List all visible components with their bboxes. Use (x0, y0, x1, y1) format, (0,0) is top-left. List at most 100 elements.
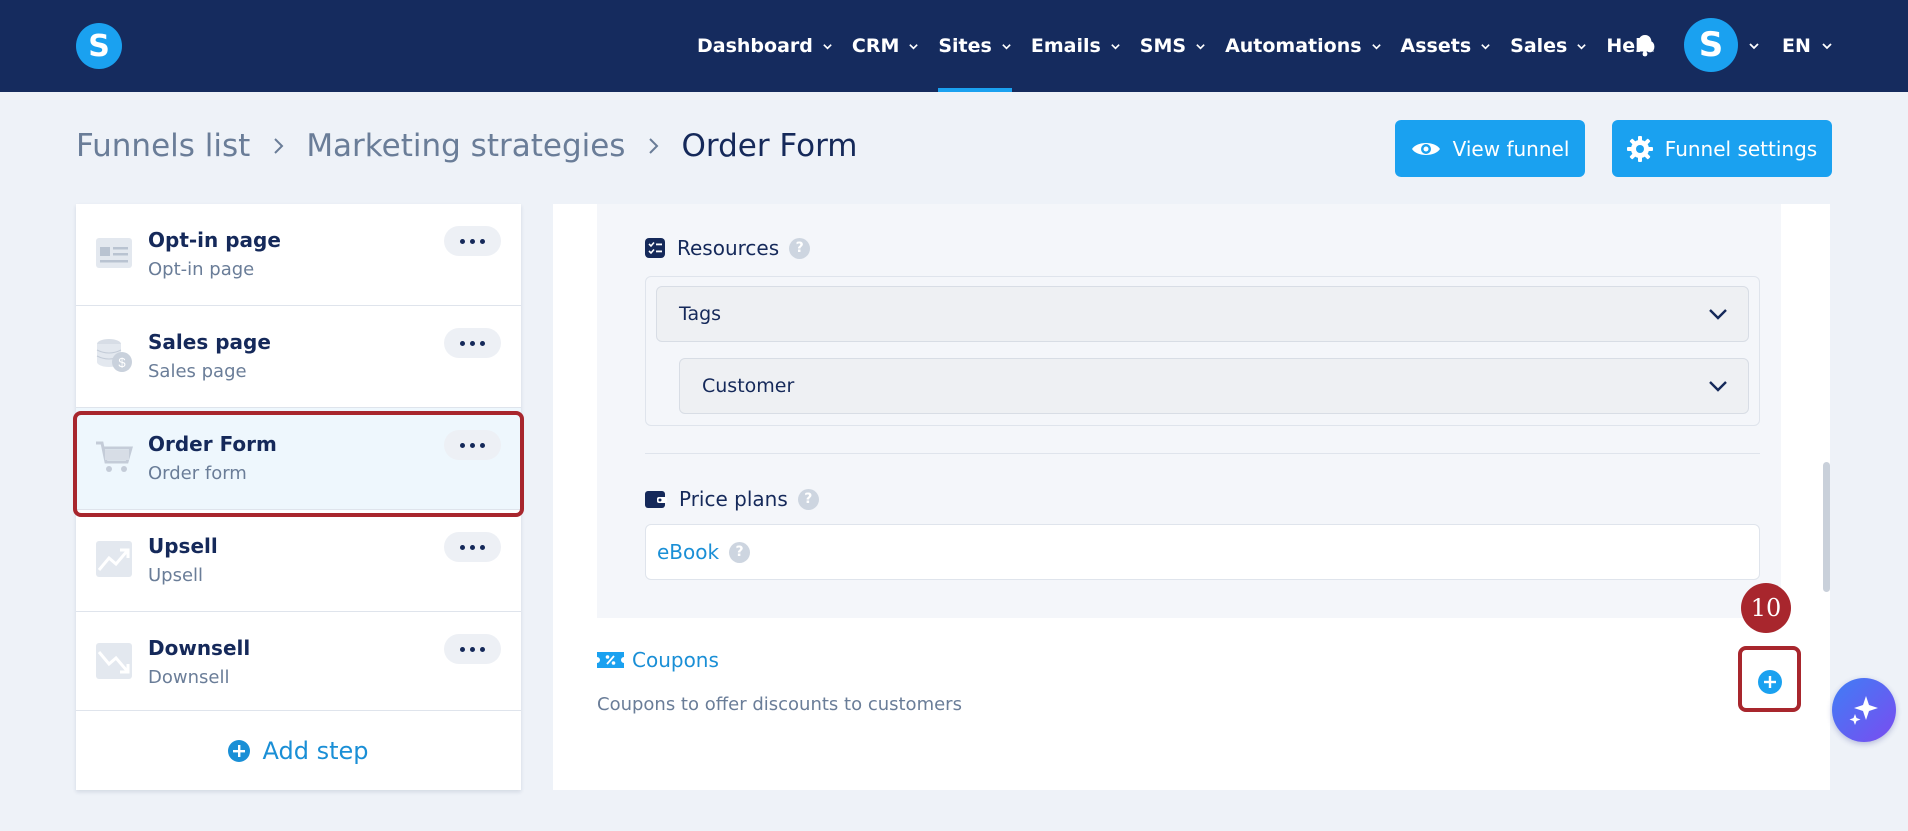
breadcrumb-funnels-list[interactable]: Funnels list (76, 128, 250, 164)
nav-item-crm[interactable]: CRM (852, 0, 919, 92)
nav-item-label: Sales (1510, 35, 1568, 57)
nav-item-label: Automations (1225, 35, 1362, 57)
step-subtitle: Order form (148, 463, 247, 484)
help-icon[interactable]: ? (797, 488, 819, 510)
step-subtitle: Upsell (148, 565, 204, 586)
nav-item-label: Sites (938, 35, 992, 57)
funnel-settings-label: Funnel settings (1664, 136, 1818, 161)
bell-icon[interactable] (1634, 33, 1656, 57)
nav-item-sales[interactable]: Sales (1510, 0, 1587, 92)
more-dot (460, 442, 465, 448)
price-plan-link[interactable]: eBook (657, 540, 719, 564)
add-step-button[interactable]: Add step (76, 710, 521, 790)
breadcrumb: Funnels list Marketing strategies Order … (76, 128, 858, 164)
nav-item-label: Assets (1400, 35, 1472, 57)
chevron-down-icon (1822, 43, 1832, 50)
step-upsell[interactable]: Upsell Upsell (76, 510, 521, 612)
chevron-down-icon (1709, 381, 1727, 392)
more-dot (470, 544, 475, 550)
more-dot (480, 544, 485, 550)
checklist-icon (645, 238, 665, 258)
resources-label: Resources (677, 236, 780, 260)
nav-item-sites[interactable]: Sites (938, 0, 1013, 92)
price-plans-heading: Price plans ? (645, 487, 819, 511)
gear-icon (1626, 135, 1653, 162)
more-dot (460, 544, 465, 550)
step-title: Upsell (148, 534, 218, 558)
help-icon[interactable]: ? (729, 541, 751, 563)
ai-assistant-button[interactable] (1832, 678, 1896, 742)
nav-item-label: Dashboard (697, 35, 813, 57)
app-logo[interactable]: S (76, 23, 122, 69)
chevron-down-icon (823, 43, 832, 50)
add-step-label: Add step (262, 736, 369, 765)
more-dot (460, 238, 465, 244)
more-dot (460, 646, 465, 652)
help-icon[interactable]: ? (789, 237, 811, 259)
chevron-down-icon[interactable] (1748, 40, 1760, 52)
more-dot (480, 340, 485, 346)
nav-item-sms[interactable]: SMS (1140, 0, 1206, 92)
cart-icon (96, 441, 133, 472)
chevron-down-icon (1709, 309, 1727, 320)
trend-up-icon (96, 541, 132, 577)
sparkle-icon (1849, 696, 1878, 725)
top-navbar: S Dashboard CRM Sites Emails SMS Automat… (0, 0, 1908, 92)
step-order-form[interactable]: Order Form Order form (76, 408, 521, 510)
price-plans-label: Price plans (679, 487, 788, 511)
nav-item-automations[interactable]: Automations (1225, 0, 1381, 92)
step-subtitle: Opt-in page (148, 259, 255, 280)
eye-icon (1411, 142, 1440, 155)
step-more-button[interactable] (444, 328, 501, 358)
step-number-badge: 10 (1741, 583, 1791, 633)
breadcrumb-marketing-strategies[interactable]: Marketing strategies (306, 128, 625, 164)
select-value: Customer (702, 375, 795, 397)
more-dot (470, 238, 475, 244)
step-subtitle: Sales page (148, 361, 247, 382)
main-nav: Dashboard CRM Sites Emails SMS Automatio… (697, 0, 1674, 92)
chevron-right-icon (649, 138, 659, 154)
step-more-button[interactable] (444, 634, 501, 664)
step-settings-panel: Resources ? Tags Customer Price plans ? … (553, 204, 1830, 790)
more-dot (470, 442, 475, 448)
chevron-right-icon (274, 138, 284, 154)
wallet-icon (645, 491, 667, 508)
chevron-down-icon (1196, 43, 1205, 50)
step-more-button[interactable] (444, 532, 501, 562)
section-divider (645, 453, 1760, 454)
language-label: EN (1782, 35, 1811, 57)
nav-item-dashboard[interactable]: Dashboard (697, 0, 833, 92)
chevron-down-icon (909, 43, 919, 50)
step-more-button[interactable] (444, 430, 501, 460)
view-funnel-label: View funnel (1452, 136, 1570, 161)
funnel-settings-button[interactable]: Funnel settings (1612, 120, 1832, 177)
step-sales-page[interactable]: $ Sales page Sales page (76, 306, 521, 408)
nav-item-label: CRM (851, 35, 900, 57)
nav-item-assets[interactable]: Assets (1401, 0, 1492, 92)
more-dot (470, 646, 475, 652)
tag-select[interactable]: Customer (679, 358, 1749, 414)
resources-group: Tags Customer (645, 276, 1760, 426)
coupons-label: Coupons (632, 648, 719, 672)
step-more-button[interactable] (444, 226, 501, 256)
page-title: Order Form (681, 128, 858, 164)
step-opt-in-page[interactable]: Opt-in page Opt-in page (76, 204, 521, 306)
step-subtitle: Downsell (148, 667, 230, 688)
nav-item-label: Emails (1030, 35, 1101, 57)
scrollbar[interactable] (1823, 462, 1830, 592)
resource-type-select[interactable]: Tags (656, 286, 1749, 342)
coupons-heading[interactable]: Coupons (597, 648, 719, 672)
coins-icon: $ (96, 339, 132, 372)
nav-item-emails[interactable]: Emails (1031, 0, 1121, 92)
add-coupon-icon[interactable] (1758, 670, 1782, 694)
select-value: Tags (679, 303, 722, 325)
step-downsell[interactable]: Downsell Downsell (76, 612, 521, 714)
more-dot (460, 340, 465, 346)
more-dot (480, 646, 485, 652)
more-dot (480, 442, 485, 448)
chevron-down-icon (1111, 43, 1120, 50)
avatar[interactable]: S (1684, 18, 1738, 72)
language-selector[interactable]: EN (1782, 0, 1833, 92)
svg-text:$: $ (118, 355, 126, 370)
view-funnel-button[interactable]: View funnel (1395, 120, 1585, 177)
